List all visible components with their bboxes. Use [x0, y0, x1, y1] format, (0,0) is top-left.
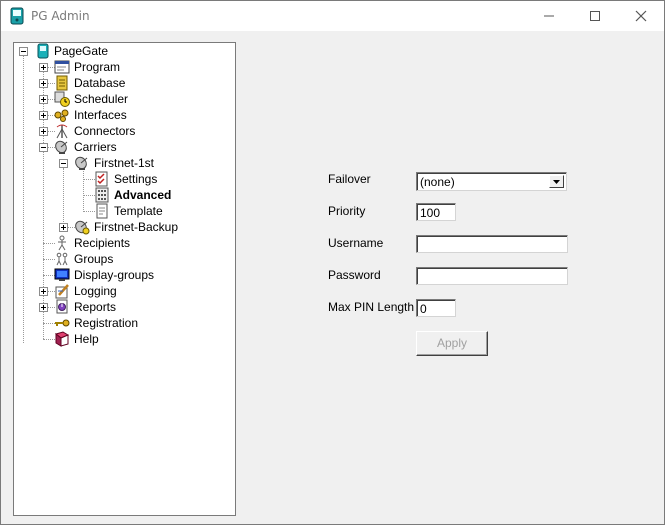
pagegate-app-icon	[10, 7, 24, 25]
settings-checklist-icon	[95, 171, 108, 187]
password-label: Password	[328, 268, 381, 282]
collapse-icon[interactable]	[39, 143, 48, 152]
tree-label: Groups	[74, 252, 114, 266]
username-input[interactable]	[416, 235, 568, 253]
tree-node-recipients[interactable]: Recipients	[14, 235, 234, 251]
database-icon	[56, 75, 68, 91]
help-book-icon	[54, 331, 70, 347]
template-document-icon	[96, 203, 108, 219]
tree-node-connectors[interactable]: Connectors	[14, 123, 234, 139]
tree-label: Template	[114, 204, 163, 218]
tree-node-database[interactable]: Database	[14, 75, 234, 91]
app-window: PG Admin PageGate Program Database Sched…	[0, 0, 665, 525]
key-icon	[55, 319, 70, 327]
minimize-button[interactable]	[526, 1, 572, 31]
logging-pencil-icon	[55, 284, 69, 299]
tree-label-selected: Advanced	[114, 188, 172, 202]
title-bar: PG Admin	[1, 1, 664, 31]
tree-node-registration[interactable]: Registration	[14, 315, 234, 331]
expand-icon[interactable]	[39, 303, 48, 312]
tree-node-program[interactable]: Program	[14, 59, 234, 75]
reports-icon	[56, 299, 68, 314]
tree-label: Help	[74, 332, 99, 346]
tree-label: Firstnet-Backup	[94, 220, 179, 234]
tree-node-groups[interactable]: Groups	[14, 251, 234, 267]
collapse-icon[interactable]	[19, 47, 28, 56]
monitor-icon	[54, 268, 70, 281]
pager-icon	[37, 43, 49, 59]
close-icon	[635, 10, 647, 22]
tree-node-firstnet-backup[interactable]: Firstnet-Backup	[14, 219, 234, 235]
tree-label: PageGate	[54, 44, 109, 58]
tree-node-interfaces[interactable]: Interfaces	[14, 107, 234, 123]
tree-label: Carriers	[74, 140, 117, 154]
tree-label: Scheduler	[74, 92, 129, 106]
satellite-dish-icon	[75, 220, 90, 235]
failover-selected-value: (none)	[420, 175, 455, 189]
satellite-dish-icon	[55, 140, 68, 154]
expand-icon[interactable]	[39, 63, 48, 72]
tree-node-scheduler[interactable]: Scheduler	[14, 91, 234, 107]
priority-input[interactable]: 100	[416, 203, 456, 221]
minimize-icon	[544, 15, 554, 17]
tree-label: Interfaces	[74, 108, 127, 122]
tree-node-settings[interactable]: Settings	[14, 171, 234, 187]
tree-node-pagegate[interactable]: PageGate	[14, 43, 234, 59]
password-input[interactable]	[416, 267, 568, 285]
tree-label: Logging	[74, 284, 117, 298]
failover-label: Failover	[328, 172, 371, 186]
max-pin-length-label: Max PIN Length	[328, 300, 415, 314]
expand-icon[interactable]	[39, 287, 48, 296]
tree-label: Registration	[74, 316, 139, 330]
group-people-icon	[56, 252, 68, 266]
navigation-tree[interactable]: PageGate Program Database Scheduler Inte…	[13, 42, 236, 516]
failover-select[interactable]: (none)	[416, 172, 567, 191]
tree-label: Program	[74, 60, 121, 74]
tree-label: Connectors	[74, 124, 136, 138]
tree-label: Recipients	[74, 236, 131, 250]
tree-node-reports[interactable]: Reports	[14, 299, 234, 315]
tree-node-logging[interactable]: Logging	[14, 283, 234, 299]
advanced-keypad-icon	[95, 187, 109, 203]
collapse-icon[interactable]	[59, 159, 68, 168]
scheduler-clock-icon	[54, 91, 70, 107]
tree-node-advanced[interactable]: Advanced	[14, 187, 234, 203]
satellite-dish-icon	[75, 156, 88, 170]
expand-icon[interactable]	[39, 111, 48, 120]
tree-label: Settings	[114, 172, 158, 186]
tree-label: Database	[74, 76, 126, 90]
close-button[interactable]	[618, 1, 664, 31]
expand-icon[interactable]	[39, 95, 48, 104]
tree-label: Display-groups	[74, 268, 155, 282]
dropdown-button[interactable]	[549, 175, 564, 188]
tree-node-help[interactable]: Help	[14, 331, 234, 347]
maximize-icon	[590, 11, 600, 21]
window-title: PG Admin	[31, 9, 90, 23]
recipient-person-icon	[58, 235, 66, 251]
tree-node-carriers[interactable]: Carriers	[14, 139, 234, 155]
expand-icon[interactable]	[59, 223, 68, 232]
priority-label: Priority	[328, 204, 366, 218]
expand-icon[interactable]	[39, 127, 48, 136]
maximize-button[interactable]	[572, 1, 618, 31]
tree-label: Reports	[74, 300, 117, 314]
interfaces-icon	[54, 109, 69, 122]
program-window-icon	[54, 60, 70, 74]
tree-node-display-groups[interactable]: Display-groups	[14, 267, 234, 283]
max-pin-length-input[interactable]: 0	[416, 299, 456, 317]
username-label: Username	[328, 236, 384, 250]
antenna-tower-icon	[56, 124, 68, 139]
tree-label: Firstnet-1st	[94, 156, 155, 170]
tree-node-template[interactable]: Template	[14, 203, 234, 219]
tree-node-firstnet-1st[interactable]: Firstnet-1st	[14, 155, 234, 171]
chevron-down-icon	[553, 179, 560, 184]
expand-icon[interactable]	[39, 79, 48, 88]
apply-button[interactable]: Apply	[416, 331, 488, 356]
